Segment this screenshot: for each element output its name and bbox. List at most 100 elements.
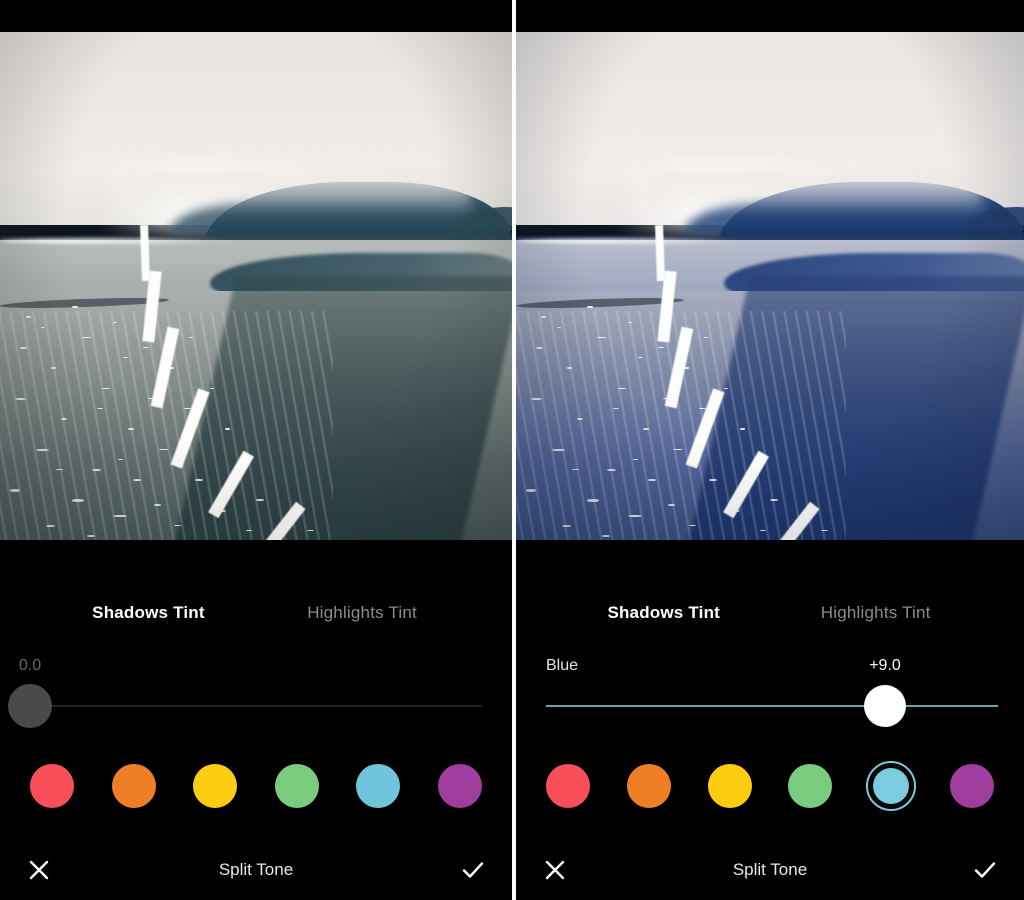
slider-value-label: 0.0 bbox=[18, 657, 42, 674]
swatch-dot bbox=[707, 764, 752, 808]
photo-foam-speck bbox=[46, 524, 56, 527]
photo-foam-speck bbox=[643, 428, 649, 430]
photo-foam-speck bbox=[35, 448, 49, 451]
photo-foam-speck bbox=[576, 418, 583, 420]
color-swatch-yellow[interactable] bbox=[704, 760, 756, 812]
color-swatch-purple[interactable] bbox=[434, 760, 486, 812]
photo-foam-speck bbox=[168, 367, 174, 369]
slider-track[interactable] bbox=[546, 705, 998, 707]
slider-color-label: Blue bbox=[546, 657, 579, 674]
cancel-button[interactable] bbox=[516, 859, 594, 881]
screen-title: Split Tone bbox=[218, 860, 294, 879]
bottom-bar-after: Split Tone bbox=[516, 840, 1024, 900]
color-swatch-green[interactable] bbox=[784, 760, 836, 812]
photo-foam-speck bbox=[133, 479, 142, 481]
slider-handle[interactable] bbox=[864, 685, 906, 727]
photo-foam-segment bbox=[139, 224, 150, 282]
color-swatch-blue[interactable] bbox=[865, 760, 917, 812]
check-icon bbox=[974, 862, 996, 878]
color-swatch-orange[interactable] bbox=[623, 760, 675, 812]
tab-highlights-tint[interactable]: Highlights Tint bbox=[307, 603, 417, 623]
photo-foam-speck bbox=[632, 458, 638, 461]
confirm-button[interactable] bbox=[434, 859, 512, 881]
photo-foam-speck bbox=[531, 397, 543, 400]
photo-foam-speck bbox=[92, 468, 102, 471]
photo-foam-speck bbox=[541, 316, 547, 318]
color-swatch-purple[interactable] bbox=[946, 760, 998, 812]
photo-foam-speck bbox=[617, 387, 626, 390]
tab-shadows-tint[interactable]: Shadows Tint bbox=[92, 603, 205, 623]
color-swatch-green[interactable] bbox=[271, 760, 323, 812]
panel-before: Shadows Tint Highlights Tint 0.0 Split T… bbox=[0, 0, 512, 900]
color-swatch-red[interactable] bbox=[26, 760, 78, 812]
tint-slider-block-before: 0.0 bbox=[0, 650, 512, 730]
photo-foam-speck bbox=[561, 524, 571, 527]
swatch-dot bbox=[356, 764, 401, 808]
photo-foam-speck bbox=[627, 514, 642, 517]
photo-foam-speck bbox=[724, 387, 729, 389]
color-swatch-yellow[interactable] bbox=[189, 760, 241, 812]
photo-foam-speck bbox=[627, 321, 632, 323]
photo-foam-speck bbox=[536, 346, 544, 349]
controls-after: Shadows Tint Highlights Tint +9.0 Blue S… bbox=[516, 540, 1024, 900]
color-swatch-red[interactable] bbox=[542, 760, 594, 812]
screen-title: Split Tone bbox=[732, 860, 808, 879]
photo-foam-speck bbox=[729, 509, 741, 512]
photo-foam-speck bbox=[15, 397, 27, 400]
slider-track[interactable] bbox=[30, 705, 482, 707]
color-swatch-orange[interactable] bbox=[108, 760, 160, 812]
cancel-button[interactable] bbox=[0, 859, 78, 881]
photo-foam-speck bbox=[128, 428, 134, 430]
swatch-dot bbox=[193, 764, 238, 808]
split-tone-comparison: Shadows Tint Highlights Tint 0.0 Split T… bbox=[0, 0, 1024, 900]
photo-foam-speck bbox=[112, 321, 117, 323]
tint-tabs-after: Shadows Tint Highlights Tint bbox=[516, 603, 1024, 629]
photo-foam-speck bbox=[112, 514, 127, 517]
photo-after bbox=[516, 32, 1024, 540]
swatch-dot bbox=[788, 764, 833, 808]
photo-foam-speck bbox=[602, 534, 611, 537]
photo-foam-speck bbox=[215, 509, 227, 512]
photo-foam-speck bbox=[71, 306, 78, 308]
confirm-button[interactable] bbox=[946, 859, 1024, 881]
tab-shadows-tint[interactable]: Shadows Tint bbox=[607, 603, 720, 623]
photo-far-surf bbox=[0, 237, 236, 244]
photo-foam-speck bbox=[40, 326, 45, 328]
photo-foam-speck bbox=[51, 367, 57, 369]
swatch-dot bbox=[626, 764, 671, 808]
tint-slider-block-after: +9.0 Blue bbox=[516, 650, 1024, 730]
photo-foam-speck bbox=[709, 479, 718, 481]
tab-highlights-tint[interactable]: Highlights Tint bbox=[821, 603, 931, 623]
slider-handle[interactable] bbox=[8, 684, 52, 728]
photo-foam-speck bbox=[683, 367, 689, 369]
photo-foam-speck bbox=[587, 306, 594, 308]
photo-foam-speck bbox=[739, 428, 745, 430]
photo-foam-speck bbox=[703, 336, 708, 338]
bottom-bar-before: Split Tone bbox=[0, 840, 512, 900]
photo-foam-speck bbox=[20, 346, 28, 349]
photo-foam-speck bbox=[607, 468, 617, 471]
check-icon bbox=[462, 862, 484, 878]
photo-foam-speck bbox=[556, 326, 561, 328]
photo-foam-speck bbox=[87, 534, 96, 537]
photo-foam-speck bbox=[209, 387, 214, 389]
slider-value-label: +9.0 bbox=[869, 657, 901, 674]
photo-hill-fog bbox=[648, 171, 984, 215]
controls-before: Shadows Tint Highlights Tint 0.0 Split T… bbox=[0, 540, 512, 900]
photo-foam-speck bbox=[194, 479, 203, 481]
photo-foam-speck bbox=[648, 479, 657, 481]
swatch-selected-gap bbox=[869, 764, 914, 808]
color-swatch-blue[interactable] bbox=[352, 760, 404, 812]
photo-foam-speck bbox=[25, 316, 31, 318]
swatch-dot bbox=[274, 764, 319, 808]
photo-foam-speck bbox=[566, 367, 572, 369]
photo-foam-speck bbox=[10, 489, 21, 492]
swatch-dot bbox=[437, 764, 482, 808]
swatch-dot bbox=[546, 764, 590, 808]
photo-foam-speck bbox=[587, 499, 600, 502]
photo-foam-speck bbox=[526, 489, 537, 492]
swatch-dot bbox=[30, 764, 74, 808]
photo-foam-speck bbox=[71, 499, 84, 502]
close-icon bbox=[29, 860, 49, 880]
close-icon bbox=[545, 860, 565, 880]
